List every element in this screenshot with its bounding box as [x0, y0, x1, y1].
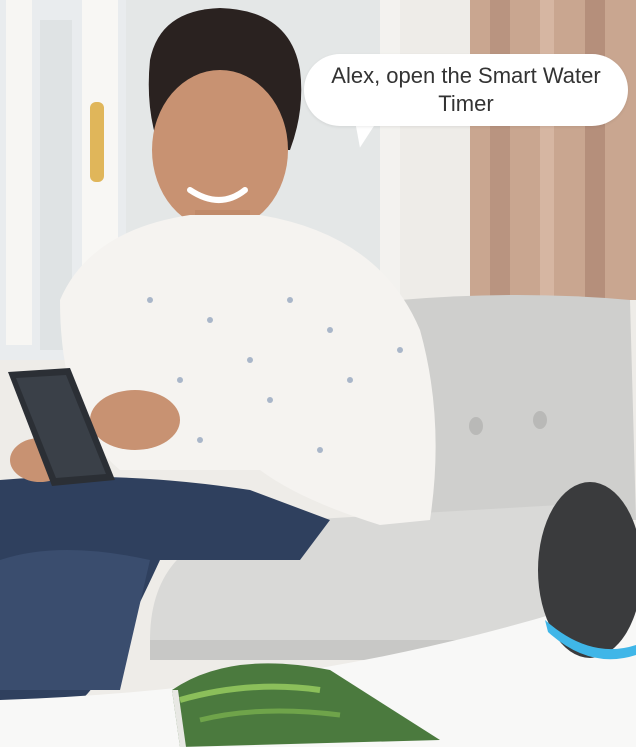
photo-scene: Alex, open the Smart Water Timer	[0, 0, 636, 747]
curtain-icon	[470, 0, 636, 300]
speech-bubble: Alex, open the Smart Water Timer	[304, 54, 628, 126]
